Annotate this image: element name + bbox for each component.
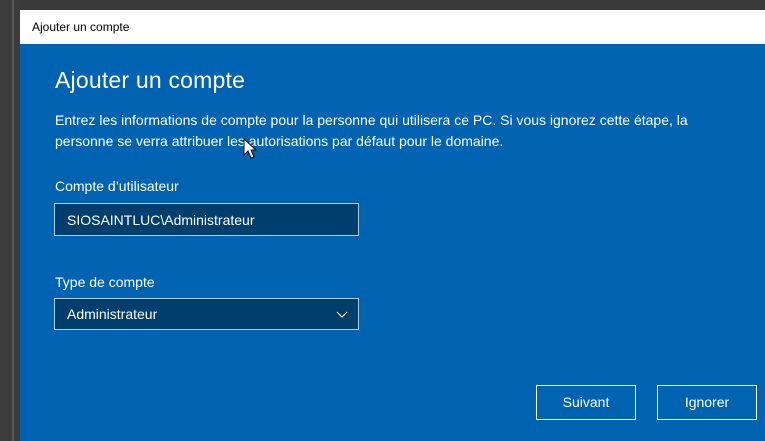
account-type-select[interactable]: Administrateur [54, 298, 359, 330]
account-type-label: Type de compte [55, 274, 155, 290]
window-titlebar: Ajouter un compte [20, 10, 765, 44]
ignore-button[interactable]: Ignorer [657, 385, 757, 420]
dialog-description: Entrez les informations de compte pour l… [55, 112, 688, 149]
account-type-selected-value: Administrateur [67, 306, 158, 322]
mouse-pointer-icon [243, 138, 258, 159]
background-left-strip [0, 0, 20, 441]
chevron-down-icon [336, 311, 348, 318]
user-account-label: Compte d’utilisateur [55, 178, 179, 194]
page-title: Ajouter un compte [55, 67, 246, 93]
window-edge [12, 0, 14, 441]
next-button[interactable]: Suivant [536, 385, 636, 420]
background-top-strip [0, 0, 765, 10]
user-account-input[interactable] [54, 203, 359, 236]
add-account-dialog: Ajouter un compte Ajouter un compte Entr… [20, 10, 765, 441]
